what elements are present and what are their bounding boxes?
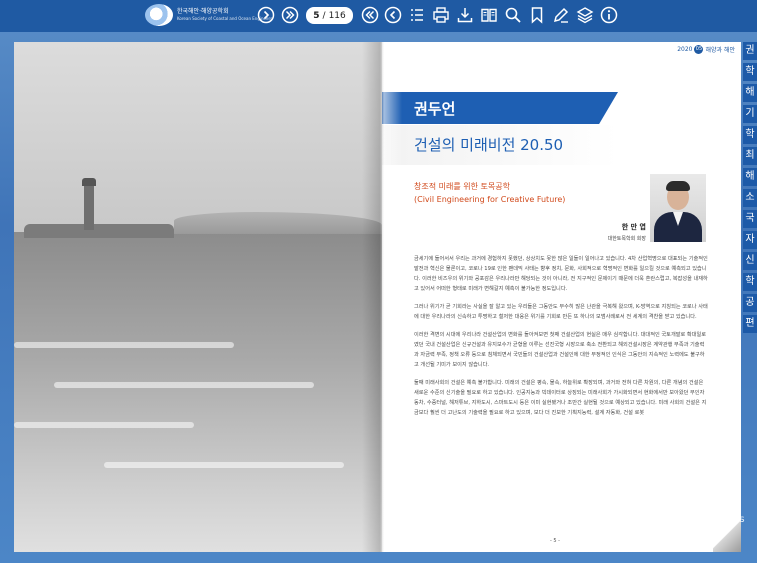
paragraph: 금세기에 들어서서 우리는 과거에 경험하지 못했던, 상상치도 못한 많은 일… bbox=[414, 256, 708, 292]
bookmark-icon[interactable] bbox=[528, 6, 546, 24]
wave bbox=[14, 422, 194, 428]
lighthouse-lamp bbox=[82, 178, 96, 186]
section-tab[interactable]: 공 bbox=[743, 294, 757, 312]
author-portrait bbox=[650, 174, 706, 242]
windows-activation-watermark: Windows [설 bbox=[700, 514, 745, 538]
issue-year: 2020 bbox=[677, 45, 693, 53]
right-page-article: 2020 05 해양과 해안 권두언 건설의 미래비전 20.50 창조적 미래… bbox=[382, 42, 741, 552]
info-icon[interactable] bbox=[600, 6, 618, 24]
breakwater bbox=[24, 224, 174, 238]
section-tab[interactable]: 신 bbox=[743, 252, 757, 270]
journal-title: 해양과 해안 bbox=[705, 46, 735, 54]
paragraph: 그러나 위기가 곧 기회라는 사실을 잘 알고 있는 우리들은 그동안도 무수히… bbox=[414, 304, 708, 320]
first-page-icon[interactable] bbox=[361, 6, 379, 24]
issue-header: 2020 05 해양과 해안 bbox=[631, 42, 741, 56]
issue-number: 05 bbox=[694, 44, 704, 54]
next-page-icon[interactable] bbox=[257, 6, 275, 24]
lighthouse-icon bbox=[84, 182, 94, 230]
section-tab[interactable]: 소 bbox=[743, 189, 757, 207]
download-icon[interactable] bbox=[456, 6, 474, 24]
annotate-icon[interactable] bbox=[552, 6, 570, 24]
section-tab[interactable]: 학 bbox=[743, 273, 757, 291]
paragraph: 둘째 미래사회의 건설은 예측 불가합니다. 미래의 건설은 평속, 물속, 하… bbox=[414, 380, 707, 416]
print-icon[interactable] bbox=[432, 6, 450, 24]
page-separator: / bbox=[322, 10, 326, 21]
section-tab[interactable]: 자 bbox=[743, 231, 757, 249]
wave bbox=[104, 462, 344, 468]
subtitle-english: (Civil Engineering for Creative Future) bbox=[414, 195, 566, 204]
watermark-line1: Windows bbox=[700, 514, 745, 525]
society-logo-icon bbox=[145, 4, 173, 26]
author-name: 한 만 엽 bbox=[621, 223, 646, 231]
section-tab[interactable]: 국 bbox=[743, 210, 757, 228]
society-logo[interactable]: 한국해안·해양공학회 Korean Society of Coastal and… bbox=[145, 4, 272, 26]
section-title: 권두언 bbox=[414, 100, 456, 118]
page-indicator[interactable]: 5 / 116 bbox=[306, 7, 353, 24]
article-headline: 건설의 미래비전 20.50 bbox=[414, 136, 564, 154]
section-tab[interactable]: 해 bbox=[743, 168, 757, 186]
section-tab[interactable]: 최 bbox=[743, 147, 757, 165]
prev-page-icon[interactable] bbox=[384, 6, 402, 24]
sea-area bbox=[14, 232, 382, 552]
section-tab[interactable]: 편 bbox=[743, 315, 757, 333]
section-tab[interactable]: 학 bbox=[743, 126, 757, 144]
layers-icon[interactable] bbox=[576, 6, 594, 24]
book-view-icon[interactable] bbox=[480, 6, 498, 24]
toolbar: 한국해안·해양공학회 Korean Society of Coastal and… bbox=[0, 0, 757, 32]
sky-area bbox=[14, 42, 382, 232]
wave bbox=[14, 342, 234, 348]
section-tab[interactable]: 기 bbox=[743, 105, 757, 123]
total-pages: 116 bbox=[328, 10, 346, 21]
section-tab[interactable]: 해 bbox=[743, 84, 757, 102]
table-of-contents-icon[interactable] bbox=[408, 6, 426, 24]
section-tabs: 권 학 해 기 학 최 해 소 국 자 신 학 공 편 bbox=[743, 42, 757, 336]
author-signature: 한 만 엽 대한토목학회 회장 bbox=[608, 222, 646, 242]
page-number: - 5 - bbox=[550, 538, 560, 544]
wave bbox=[54, 382, 314, 388]
watermark-line2: [설 bbox=[700, 527, 711, 536]
current-page-input[interactable]: 5 bbox=[313, 11, 319, 21]
section-tab[interactable]: 권 bbox=[743, 42, 757, 60]
search-icon[interactable] bbox=[504, 6, 522, 24]
article-subtitle: 창조적 미래를 위한 토목공학 (Civil Engineering for C… bbox=[414, 180, 565, 206]
author-role: 대한토목학회 회장 bbox=[607, 236, 646, 242]
paragraph: 이러한 격변의 시대에 우리나라 건설산업의 변화를 돌아켜보면 첫째 건설산업… bbox=[414, 332, 706, 368]
left-page-photo bbox=[14, 42, 382, 552]
section-tab[interactable]: 학 bbox=[743, 63, 757, 81]
last-page-icon[interactable] bbox=[281, 6, 299, 24]
subtitle-korean: 창조적 미래를 위한 토목공학 bbox=[414, 182, 510, 191]
article-body: 금세기에 들어서서 우리는 과거에 경험하지 못했던, 상상치도 못한 많은 일… bbox=[414, 254, 709, 426]
book-spine bbox=[362, 42, 402, 552]
